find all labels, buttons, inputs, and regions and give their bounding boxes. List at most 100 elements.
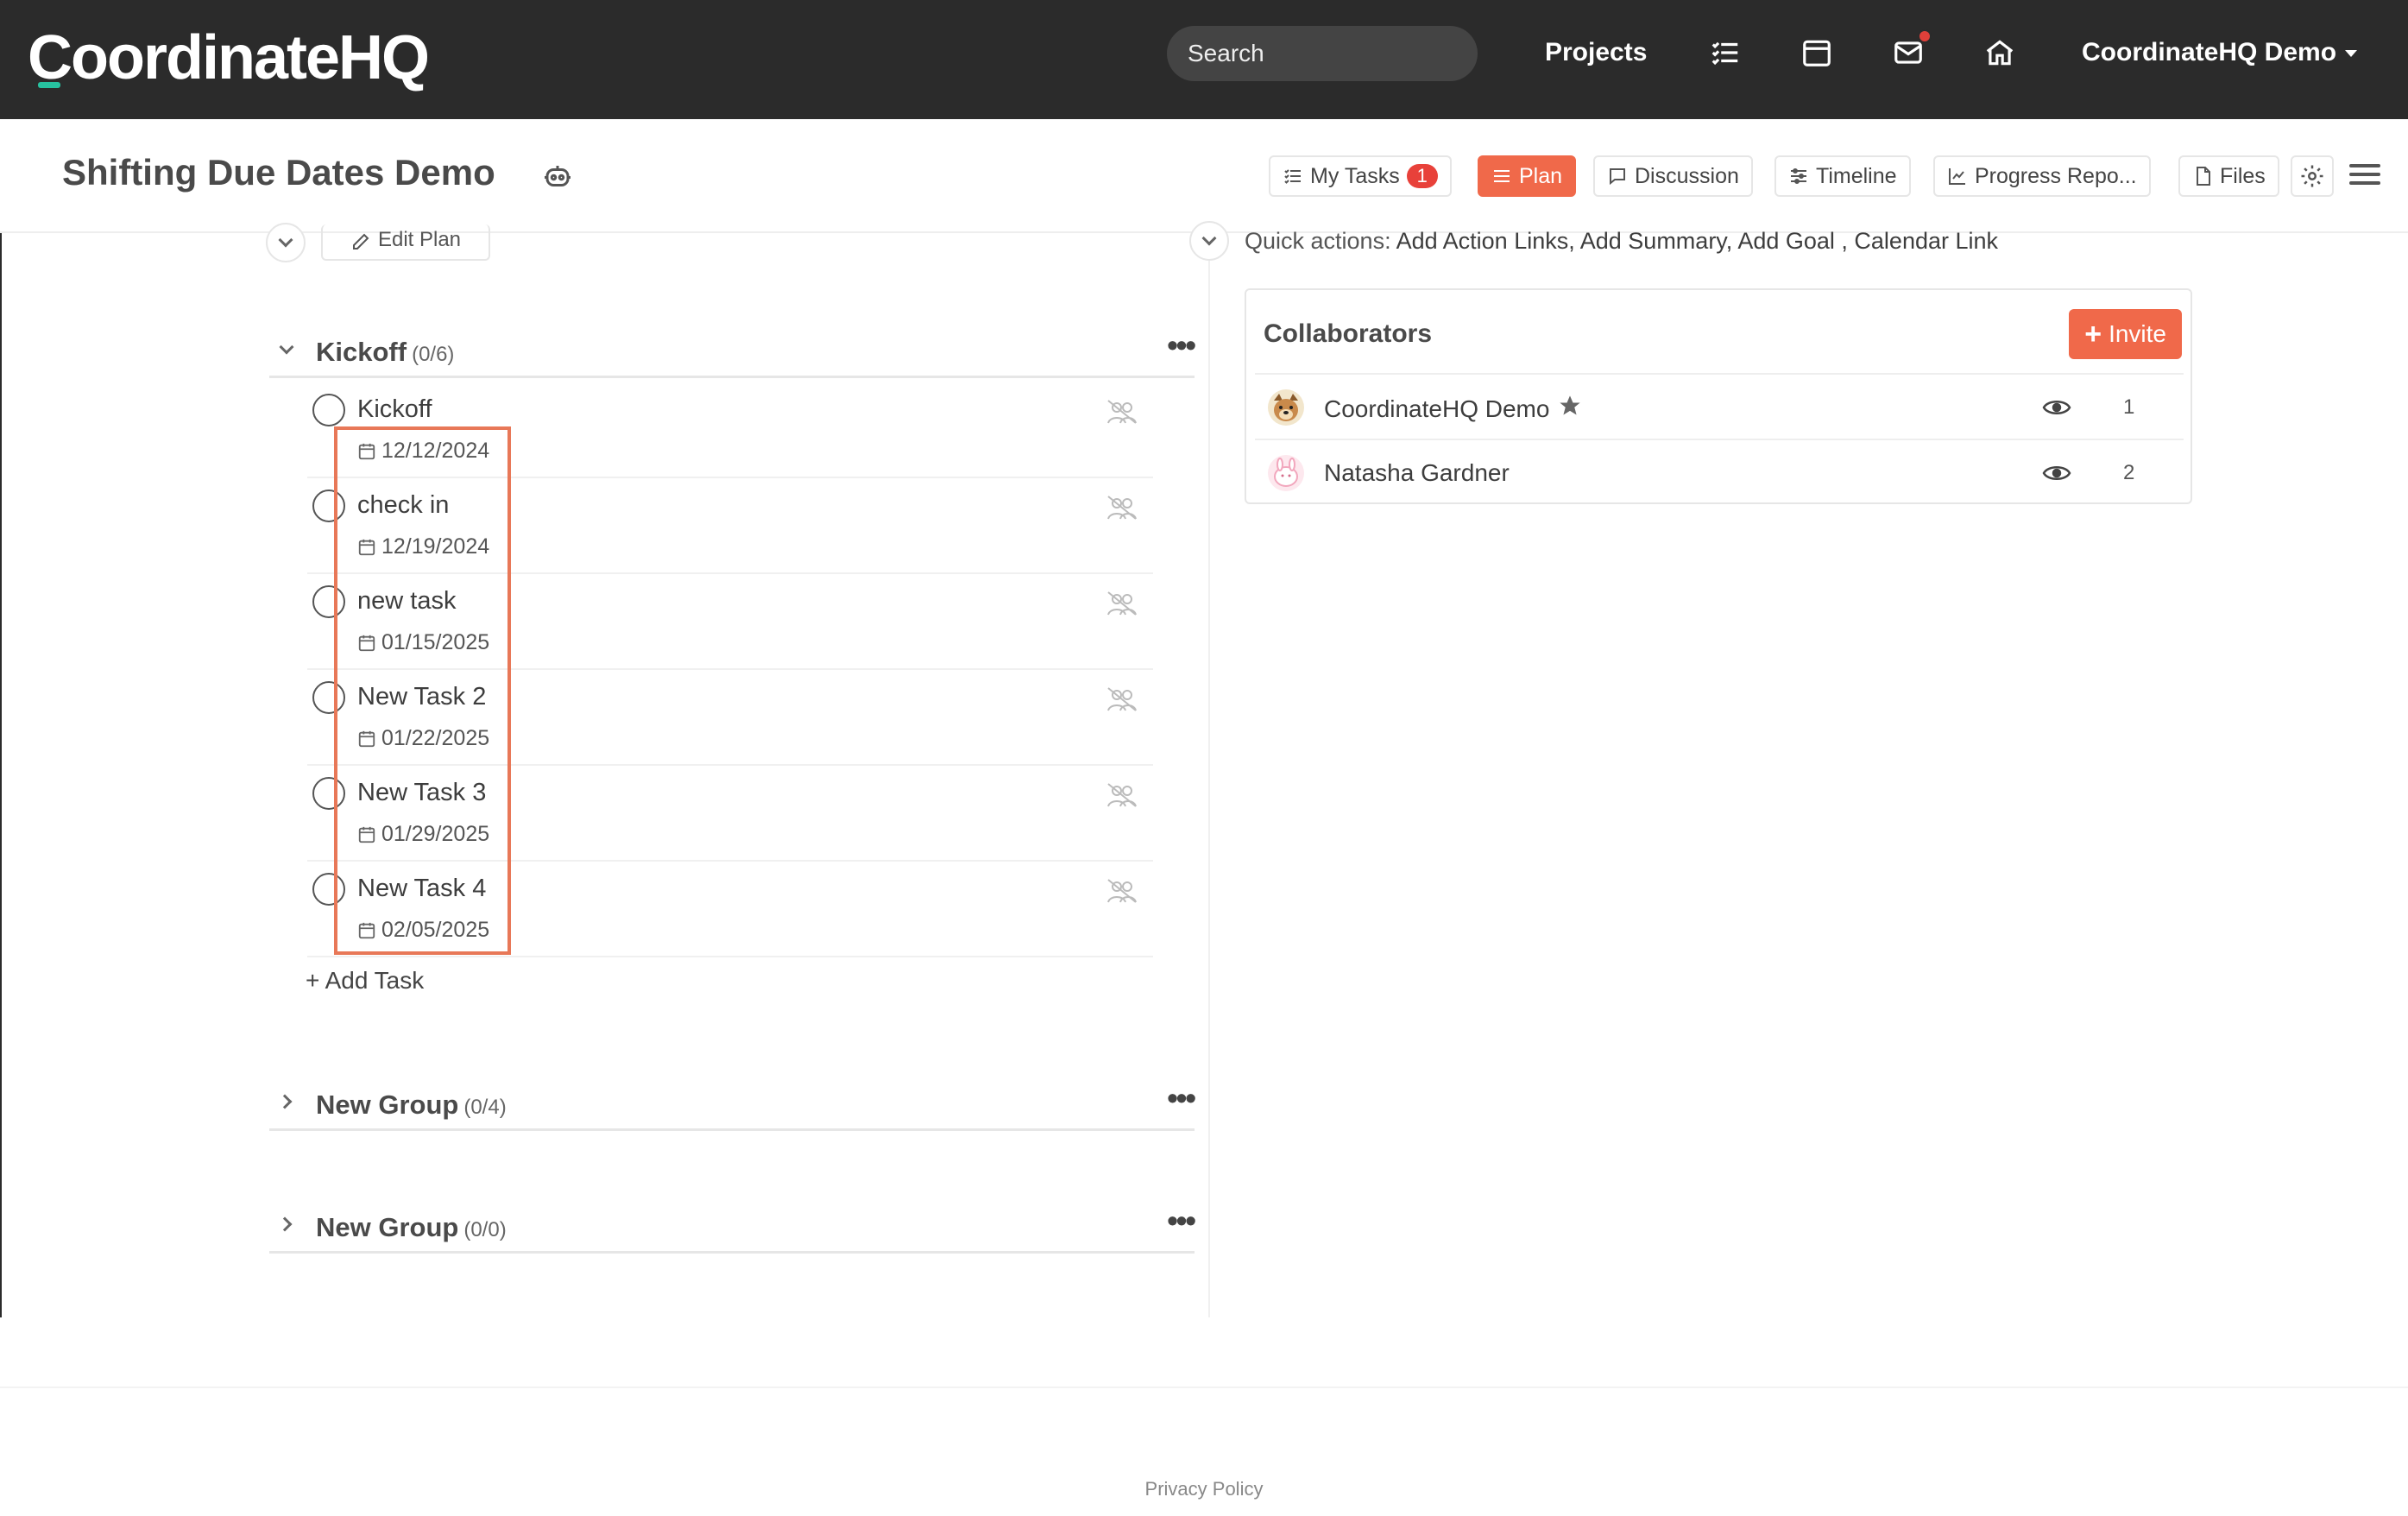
more-options-icon[interactable]: ••• — [1167, 330, 1196, 361]
logo-text: CoordinateHQ — [28, 23, 430, 92]
hidden-from-client-icon[interactable] — [1106, 495, 1138, 521]
left-edge — [0, 233, 2, 1317]
collaborator-number: 1 — [2123, 395, 2135, 419]
task-complete-checkbox[interactable] — [312, 394, 345, 426]
timeline-button[interactable]: Timeline — [1774, 155, 1911, 197]
group-title: New Group (0/4) — [316, 1090, 507, 1121]
group-toggle[interactable] — [277, 1093, 297, 1112]
plus-icon: + — [2084, 317, 2102, 351]
logo-accent — [38, 82, 60, 88]
files-label: Files — [2220, 163, 2266, 188]
top-navbar: CoordinateHQ Search Projects CoordinateH… — [0, 0, 2408, 119]
chevron-right-icon — [277, 1094, 293, 1109]
more-options-icon[interactable]: ••• — [1167, 1083, 1196, 1114]
collaborator-row[interactable]: Natasha Gardner 2 — [1255, 439, 2184, 504]
column-divider — [1208, 233, 1210, 1317]
group-title-text: Kickoff — [316, 337, 407, 367]
projects-link[interactable]: Projects — [1545, 38, 1647, 67]
collapse-quick-actions-toggle[interactable] — [1189, 221, 1229, 261]
calendar-icon[interactable] — [1800, 36, 1833, 69]
annotation-highlight-box — [334, 426, 511, 955]
plan-label: Plan — [1519, 163, 1563, 188]
chart-line-icon — [1949, 168, 1965, 185]
collaborator-name: Natasha Gardner — [1324, 459, 1510, 487]
chat-icon — [1610, 168, 1625, 186]
collaborator-name-text: CoordinateHQ Demo — [1324, 395, 1550, 422]
calendar-link-link[interactable]: Calendar Link — [1854, 228, 1998, 254]
hidden-from-client-icon[interactable] — [1106, 782, 1138, 808]
chevron-down-icon — [278, 232, 293, 248]
chevron-down-icon — [1201, 231, 1217, 246]
user-menu[interactable]: CoordinateHQ Demo — [2082, 38, 2358, 67]
collaborator-number: 2 — [2123, 461, 2135, 484]
progress-report-label: Progress Repo... — [1975, 163, 2137, 188]
footer-divider — [0, 1387, 2408, 1388]
task-name[interactable]: Kickoff — [357, 395, 432, 424]
timeline-label: Timeline — [1816, 163, 1897, 188]
invite-button[interactable]: + Invite — [2069, 309, 2182, 359]
group-header-kickoff[interactable]: Kickoff (0/6) ••• — [269, 328, 1196, 378]
group-toggle[interactable] — [278, 339, 297, 359]
collaborator-row[interactable]: CoordinateHQ Demo 1 — [1255, 373, 2184, 439]
group-title-text: New Group — [316, 1090, 459, 1120]
my-tasks-button[interactable]: My Tasks 1 — [1269, 155, 1452, 197]
group-count: (0/0) — [463, 1218, 507, 1241]
quick-actions: Quick actions: Add Action Links, Add Sum… — [1245, 228, 1998, 255]
discussion-label: Discussion — [1635, 163, 1739, 188]
more-options-icon[interactable]: ••• — [1167, 1205, 1196, 1236]
settings-button[interactable] — [2291, 155, 2334, 197]
hamburger-menu-icon[interactable] — [2346, 159, 2384, 193]
task-list-icon — [1284, 169, 1301, 184]
group-header-new-group[interactable]: New Group (0/4) ••• — [269, 1081, 1196, 1131]
group-title: New Group (0/0) — [316, 1212, 507, 1243]
logo[interactable]: CoordinateHQ — [28, 19, 430, 97]
group-count: (0/4) — [463, 1096, 507, 1119]
list-icon — [1494, 170, 1510, 182]
edit-icon — [352, 233, 369, 250]
task-list-icon[interactable] — [1709, 36, 1742, 69]
file-icon — [2197, 167, 2210, 186]
add-task-button[interactable]: + Add Task — [306, 967, 424, 995]
add-goal-link[interactable]: Add Goal , — [1737, 228, 1848, 254]
progress-report-button[interactable]: Progress Repo... — [1933, 155, 2151, 197]
sliders-icon — [1791, 168, 1806, 184]
home-icon[interactable] — [1983, 36, 2016, 69]
group-title: Kickoff (0/6) — [316, 337, 454, 368]
hidden-from-client-icon[interactable] — [1106, 878, 1138, 904]
footer: Privacy Policy — [0, 1478, 2408, 1500]
hidden-from-client-icon[interactable] — [1106, 686, 1138, 712]
collaborator-name: CoordinateHQ Demo — [1324, 394, 1582, 424]
star-icon — [1558, 394, 1582, 424]
privacy-policy-link[interactable]: Privacy Policy — [1145, 1478, 1264, 1500]
group-count: (0/6) — [412, 343, 455, 366]
my-tasks-label: My Tasks — [1310, 163, 1400, 188]
page-title: Shifting Due Dates Demo — [62, 152, 495, 193]
files-button[interactable]: Files — [2178, 155, 2279, 197]
group-toggle[interactable] — [277, 1216, 297, 1235]
collapse-plan-toggle[interactable] — [266, 223, 306, 262]
invite-label: Invite — [2109, 320, 2166, 347]
eye-icon[interactable] — [2042, 395, 2071, 420]
collaborators-title: Collaborators — [1264, 319, 1433, 348]
user-menu-label: CoordinateHQ Demo — [2082, 38, 2337, 66]
eye-icon[interactable] — [2042, 461, 2071, 485]
chevron-right-icon — [277, 1216, 293, 1232]
caret-down-icon — [2345, 50, 2358, 57]
robot-icon[interactable] — [542, 161, 573, 192]
group-header-new-group[interactable]: New Group (0/0) ••• — [269, 1203, 1196, 1254]
my-tasks-badge: 1 — [1406, 164, 1438, 188]
discussion-button[interactable]: Discussion — [1593, 155, 1753, 197]
notification-dot — [1918, 29, 1932, 43]
collaborators-panel: Collaborators + Invite CoordinateHQ Demo… — [1245, 288, 2192, 504]
quick-actions-prefix: Quick actions: — [1245, 228, 1391, 254]
hidden-from-client-icon[interactable] — [1106, 399, 1138, 425]
plan-button[interactable]: Plan — [1478, 155, 1577, 197]
add-action-links-link[interactable]: Add Action Links, — [1396, 228, 1575, 254]
edit-plan-button[interactable]: Edit Plan — [321, 224, 490, 261]
edit-plan-label: Edit Plan — [377, 228, 462, 251]
hidden-from-client-icon[interactable] — [1106, 591, 1138, 616]
chevron-down-icon — [279, 339, 294, 355]
search-input[interactable]: Search — [1167, 26, 1478, 81]
add-summary-link[interactable]: Add Summary, — [1580, 228, 1733, 254]
gear-icon — [2301, 165, 2323, 187]
